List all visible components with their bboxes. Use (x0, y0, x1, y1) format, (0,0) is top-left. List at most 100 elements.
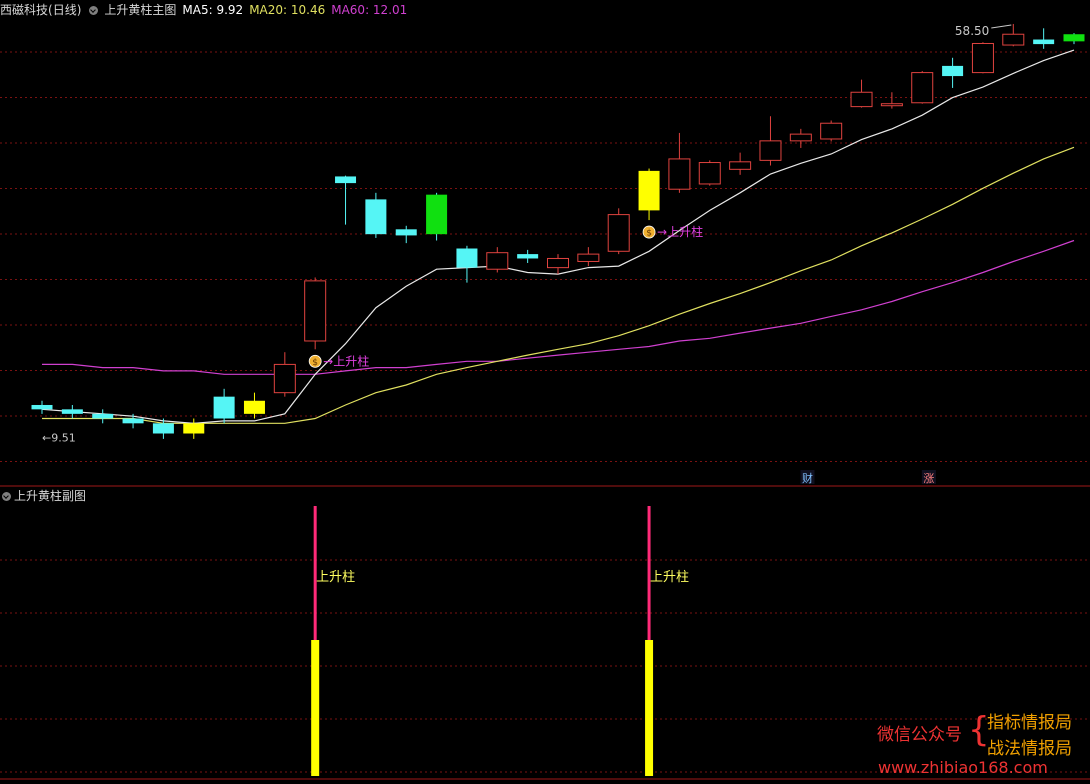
candle-body (638, 170, 660, 211)
candle-body (1033, 39, 1055, 45)
candle-body (213, 396, 235, 419)
candle (456, 245, 478, 283)
candle (547, 254, 569, 275)
stock-name[interactable]: 西磁科技 (0, 3, 48, 17)
candle-body (698, 162, 721, 185)
sub-signal-label: 上升柱 (650, 570, 689, 585)
candle-body (577, 253, 600, 262)
candle (213, 388, 235, 424)
candle (395, 225, 417, 244)
candle (911, 71, 934, 104)
candle (517, 249, 539, 263)
candle (92, 409, 114, 424)
candle-body (152, 423, 174, 434)
main-header: 西磁科技(日线) 上升黄柱主图 MA5: 9.92 MA20: 10.46 MA60: … (0, 0, 1090, 20)
candle-body (759, 140, 782, 161)
candle-body (942, 65, 964, 77)
candle (729, 152, 752, 175)
sub-header: 上升黄柱副图 (0, 487, 86, 505)
event-tag-zhang: 涨 (923, 472, 934, 485)
candle-body (304, 280, 327, 342)
candle-body (911, 72, 934, 104)
candle (638, 168, 660, 221)
candle (607, 208, 630, 255)
candle (273, 352, 296, 397)
candle (1002, 23, 1025, 47)
ma20-label: MA20: 10.46 (249, 3, 326, 17)
candle-body (395, 229, 417, 236)
candle (971, 42, 994, 74)
chevron-down-icon[interactable] (89, 6, 99, 15)
candle-body (61, 409, 83, 414)
candle-body (880, 103, 903, 107)
candle (304, 277, 327, 350)
candle (365, 192, 387, 238)
candle (243, 392, 265, 419)
candle (577, 247, 600, 267)
event-tag-cai: 财 (802, 471, 813, 485)
candle (850, 79, 873, 108)
money-bag-icon: $ (646, 229, 652, 239)
watermark-line2: 战法情报局 (987, 739, 1072, 759)
candlestick-series (31, 23, 1085, 439)
candle-body (486, 252, 509, 270)
candle (1033, 28, 1055, 49)
candle-body (971, 42, 994, 74)
money-bag-icon: $ (312, 358, 318, 368)
watermark-line1: 指标情报局 (987, 713, 1072, 733)
moving-averages (41, 49, 1075, 424)
chart-grid (0, 51, 1090, 780)
signal-label: →上升柱 (323, 353, 369, 368)
candle-body (31, 404, 53, 410)
candle-body (92, 413, 114, 419)
candle-body (335, 176, 357, 184)
watermark-wechat: 微信公众号 (877, 725, 962, 745)
candle-body (365, 199, 387, 235)
candle (759, 116, 782, 166)
sub-indicator-title[interactable]: 上升黄柱副图 (14, 489, 86, 503)
signal-label: →上升柱 (657, 224, 703, 239)
candle-body (729, 161, 752, 170)
candle-body (789, 133, 812, 142)
sub-signal-label: 上升柱 (316, 570, 355, 585)
high-label: 58.50 (955, 24, 989, 38)
candle-body (1063, 34, 1085, 42)
watermark-site: www.zhibiao168.com (878, 758, 1048, 777)
candle-body (273, 363, 296, 394)
main-indicator-title[interactable]: 上升黄柱主图 (104, 3, 176, 17)
candle-body (456, 248, 478, 268)
candle-body (1002, 33, 1025, 46)
ma60-label: MA60: 12.01 (331, 3, 408, 17)
candle-body (668, 158, 691, 190)
candle-body (850, 91, 873, 108)
candle-body (122, 418, 144, 424)
yellow-bar (645, 640, 654, 776)
candle-body (820, 122, 843, 140)
candle (426, 192, 448, 241)
candle (668, 132, 691, 193)
candle (698, 160, 721, 186)
period-label[interactable]: (日线) (48, 3, 81, 17)
candle-body (547, 257, 569, 269)
candle (942, 57, 964, 88)
high-arrow (991, 24, 1012, 29)
candle-body (517, 254, 539, 259)
candle-body (243, 400, 265, 414)
candle-body (183, 423, 205, 434)
candle (335, 175, 357, 225)
candle (31, 400, 53, 414)
ma5-line (41, 49, 1075, 424)
candle (183, 418, 205, 439)
ma5-label: MA5: 9.92 (182, 3, 244, 17)
candle (486, 247, 509, 273)
candle-body (426, 194, 448, 235)
chart-canvas: 58.50 ←9.51 $ →上升柱 $ →上升柱财 涨 上升柱 上升柱 (0, 23, 1090, 780)
chevron-down-icon[interactable] (2, 492, 11, 501)
low-label: ←9.51 (42, 432, 76, 445)
sub-chart: 上升柱 上升柱 (311, 506, 689, 776)
candle (820, 120, 843, 142)
candle (789, 128, 812, 148)
yellow-bar (311, 640, 320, 776)
candle (880, 92, 903, 109)
candle-body (607, 214, 630, 252)
